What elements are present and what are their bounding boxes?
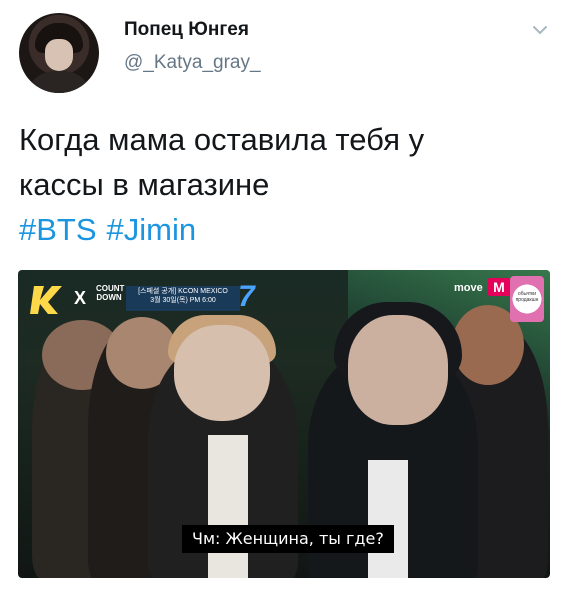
avatar-coat — [25, 71, 93, 93]
chevron-down-icon[interactable] — [532, 22, 548, 38]
avatar-face — [45, 39, 73, 71]
broadcast-logo-left: X COUNT DOWN [스페셜 공개] KCON MEXICO 3월 30일… — [30, 282, 255, 318]
tweet-text-line-2: кассы в магазине — [19, 167, 270, 202]
kcon-logo-icon — [30, 286, 62, 314]
broadcast-info-line-2: 3월 30일(목) PM 6:00 — [150, 297, 216, 304]
hashtag-bts[interactable]: #BTS — [19, 212, 97, 247]
tweet-text-line-1: Когда мама оставила тебя у — [19, 122, 425, 157]
tweet-media-image[interactable]: X COUNT DOWN [스페셜 공개] KCON MEXICO 3월 30일… — [18, 270, 550, 578]
author-handle[interactable]: @_Katya_gray_ — [124, 52, 261, 74]
broadcast-info: [스페셜 공개] KCON MEXICO 3월 30일(목) PM 6:00 — [126, 286, 240, 311]
countdown-logo: COUNT DOWN — [96, 284, 125, 302]
video-subtitle: Чм: Женщина, ты где? — [182, 525, 394, 553]
tweet-card: Попец Юнгея @_Katya_gray_ Когда мама ост… — [0, 0, 564, 590]
broadcast-logo-right: move M обьятки продакшн — [454, 276, 544, 322]
author-name[interactable]: Попец Юнгея — [124, 19, 249, 41]
hashtag-jimin[interactable]: #Jimin — [107, 212, 197, 247]
collab-x: X — [74, 288, 87, 308]
broadcast-info-line-1: [스페셜 공개] KCON MEXICO — [138, 288, 228, 295]
tweet-text: Когда мама оставила тебя у кассы в магаз… — [19, 117, 549, 252]
avatar[interactable] — [19, 13, 99, 93]
hashtags: #BTS #Jimin — [19, 207, 549, 252]
fansub-logo: обьятки продакшн — [510, 276, 544, 322]
mnet-logo: M — [488, 278, 510, 296]
kcon-number: 7 — [238, 280, 255, 313]
move-logo: move — [454, 282, 483, 294]
